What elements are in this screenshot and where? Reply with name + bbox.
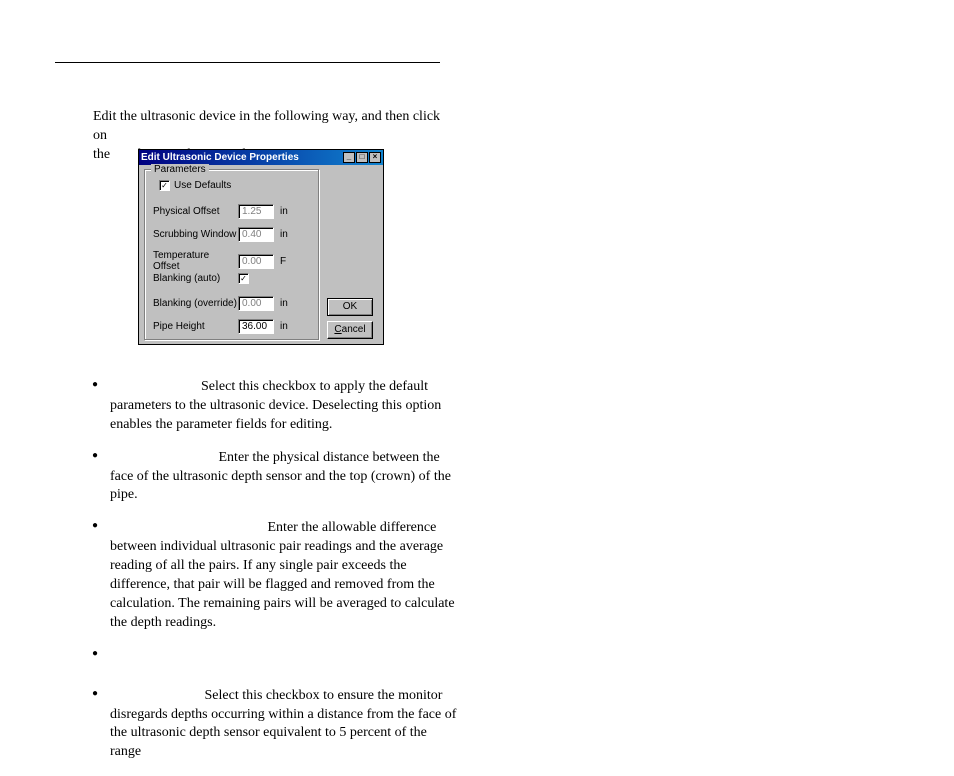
scrubbing-window-unit: in xyxy=(280,229,288,240)
dialog-title: Edit Ultrasonic Device Properties xyxy=(141,152,299,163)
blanking-override-input[interactable]: 0.00 xyxy=(238,296,274,311)
bullet-list: Select this checkbox to apply the defaul… xyxy=(92,378,457,776)
physical-offset-row: Physical Offset 1.25 in xyxy=(153,204,288,219)
temperature-offset-row: Temperature Offset 0.00 F xyxy=(153,250,286,272)
edit-ultrasonic-dialog: Edit Ultrasonic Device Properties _ □ × … xyxy=(138,149,384,345)
pipe-height-row: Pipe Height 36.00 in xyxy=(153,319,288,334)
bullet-indent xyxy=(110,688,205,703)
bullet-empty xyxy=(110,647,457,673)
bullet-indent xyxy=(110,379,201,394)
minimize-icon[interactable]: _ xyxy=(343,152,355,163)
blanking-auto-checkbox[interactable]: ✓ xyxy=(238,273,249,284)
blanking-auto-label: Blanking (auto) xyxy=(153,273,238,284)
temperature-offset-input[interactable]: 0.00 xyxy=(238,254,274,269)
maximize-icon[interactable]: □ xyxy=(356,152,368,163)
bullet-physical-offset: Enter the physical distance between the … xyxy=(110,449,457,506)
scrubbing-window-row: Scrubbing Window 0.40 in xyxy=(153,227,288,242)
bullet-blanking-auto: Select this checkbox to ensure the monit… xyxy=(110,687,457,763)
ok-button[interactable]: OK xyxy=(327,298,373,316)
blanking-override-label: Blanking (override) xyxy=(153,298,238,309)
cancel-rest: ancel xyxy=(342,324,366,335)
blanking-override-unit: in xyxy=(280,298,288,309)
parameters-group: Parameters ✓ Use Defaults Physical Offse… xyxy=(144,169,320,341)
cancel-underline: C xyxy=(334,324,341,335)
physical-offset-label: Physical Offset xyxy=(153,206,238,217)
bullet-text: Enter the allowable difference between i… xyxy=(110,520,455,629)
header-rule xyxy=(55,62,440,63)
temperature-offset-unit: F xyxy=(280,256,286,267)
intro-line1: Edit the ultrasonic device in the follow… xyxy=(93,109,440,143)
dialog-titlebar[interactable]: Edit Ultrasonic Device Properties _ □ × xyxy=(139,150,383,165)
scrubbing-window-input[interactable]: 0.40 xyxy=(238,227,274,242)
bullet-scrubbing-window: Enter the allowable difference between i… xyxy=(110,519,457,632)
blanking-auto-row: Blanking (auto) ✓ xyxy=(153,273,253,284)
bullet-indent xyxy=(110,450,219,465)
blanking-override-row: Blanking (override) 0.00 in xyxy=(153,296,288,311)
cancel-button[interactable]: Cancel xyxy=(327,321,373,339)
physical-offset-unit: in xyxy=(280,206,288,217)
pipe-height-label: Pipe Height xyxy=(153,321,238,332)
pipe-height-unit: in xyxy=(280,321,288,332)
physical-offset-input[interactable]: 1.25 xyxy=(238,204,274,219)
use-defaults-row: ✓ Use Defaults xyxy=(159,180,231,191)
bullet-indent xyxy=(110,520,268,535)
use-defaults-checkbox[interactable]: ✓ xyxy=(159,180,170,191)
temperature-offset-label: Temperature Offset xyxy=(153,250,238,272)
close-icon[interactable]: × xyxy=(369,152,381,163)
intro-line2-prefix: the xyxy=(93,147,110,162)
bullet-use-defaults: Select this checkbox to apply the defaul… xyxy=(110,378,457,435)
use-defaults-label: Use Defaults xyxy=(174,180,231,191)
pipe-height-input[interactable]: 36.00 xyxy=(238,319,274,334)
group-label: Parameters xyxy=(151,164,209,175)
scrubbing-window-label: Scrubbing Window xyxy=(153,229,238,240)
